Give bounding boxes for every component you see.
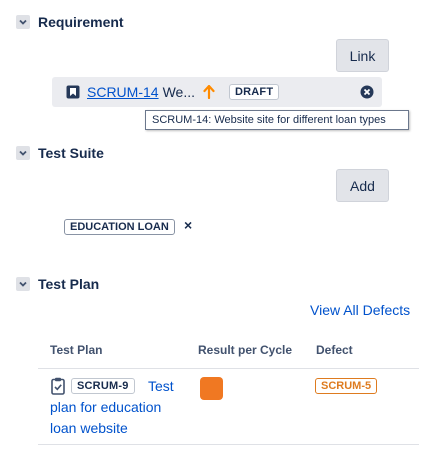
test-plan-title-line-1[interactable]: Test — [148, 376, 174, 397]
chevron-down-icon[interactable] — [16, 146, 30, 160]
link-button[interactable]: Link — [336, 39, 389, 72]
priority-high-arrow-icon — [203, 85, 215, 99]
test-suite-tag: EDUCATION LOAN — [64, 219, 175, 235]
column-header-result-per-cycle: Result per Cycle — [198, 343, 293, 357]
test-plan-title-line-3[interactable]: loan website — [50, 418, 128, 439]
test-plan-key-badge[interactable]: SCRUM-9 — [71, 378, 135, 394]
test-plan-section-header[interactable]: Test Plan — [16, 276, 99, 292]
test-plan-title: Test Plan — [38, 276, 100, 292]
test-suite-section-header[interactable]: Test Suite — [16, 145, 104, 161]
issue-tooltip: SCRUM-14: Website site for different loa… — [145, 110, 409, 130]
table-row-divider — [38, 444, 419, 445]
add-button[interactable]: Add — [336, 169, 389, 202]
remove-tag-icon[interactable]: × — [184, 217, 192, 233]
requirement-summary: We... — [162, 84, 195, 100]
requirement-row: SCRUM-14 We... DRAFT — [52, 77, 382, 107]
remove-circle-icon[interactable] — [360, 85, 374, 99]
test-suite-title: Test Suite — [38, 145, 104, 161]
test-plan-icon — [51, 377, 65, 395]
view-all-defects-link[interactable]: View All Defects — [310, 302, 410, 318]
story-icon — [66, 85, 80, 99]
status-badge: DRAFT — [229, 84, 280, 100]
column-header-defect: Defect — [316, 343, 353, 357]
chevron-down-icon[interactable] — [16, 15, 30, 29]
test-plan-title-line-2[interactable]: plan for education — [50, 397, 161, 418]
defect-badge[interactable]: SCRUM-5 — [315, 378, 378, 394]
requirement-section-header[interactable]: Requirement — [16, 14, 124, 30]
requirement-title: Requirement — [38, 14, 124, 30]
chevron-down-icon[interactable] — [16, 277, 30, 291]
table-header-divider — [38, 368, 419, 369]
column-header-test-plan: Test Plan — [50, 343, 103, 357]
result-status-swatch[interactable] — [200, 377, 223, 400]
requirement-issue-link[interactable]: SCRUM-14 — [87, 84, 159, 100]
